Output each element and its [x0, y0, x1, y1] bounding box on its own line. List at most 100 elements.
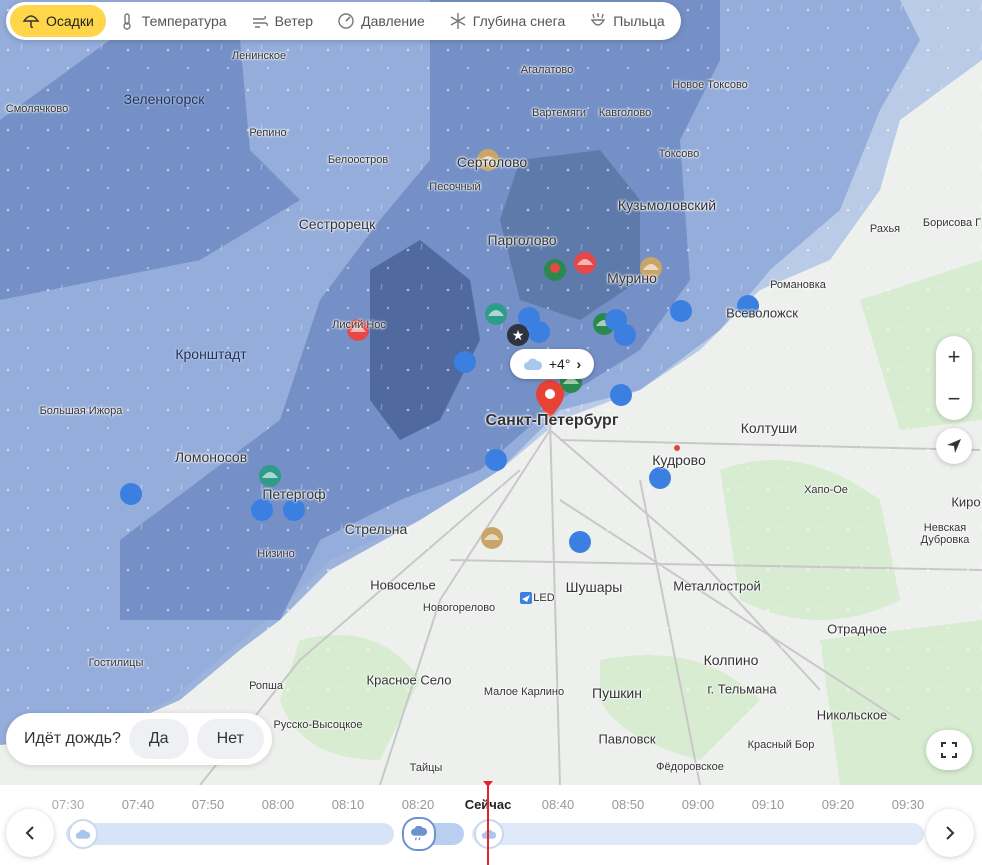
poi-dot — [674, 445, 680, 451]
tab-label: Пыльца — [613, 13, 665, 29]
place-label: Низино — [257, 548, 295, 560]
tab-label: Глубина снега — [472, 13, 566, 29]
place-label: Русско-Высоцкое — [273, 719, 363, 731]
yes-button[interactable]: Да — [128, 719, 189, 759]
airport-icon — [520, 592, 532, 604]
umbrella-marker — [649, 467, 671, 489]
gauge-icon — [338, 13, 354, 29]
place-label: Сестрорецк — [298, 216, 376, 232]
timeline-time[interactable]: 09:10 — [752, 797, 785, 812]
place-label: г. Тельмана — [707, 681, 777, 697]
tab-label: Температура — [141, 13, 227, 29]
place-label: Ленинское — [231, 50, 287, 62]
place-label: Вартемяги — [531, 107, 587, 119]
chevron-right-icon — [946, 826, 955, 840]
zoom-out-button[interactable]: − — [936, 378, 972, 420]
tab-label: Ветер — [274, 13, 314, 29]
tab-precipitation[interactable]: Осадки — [10, 5, 106, 37]
timeline-time[interactable]: 09:20 — [822, 797, 855, 812]
place-label: Фёдоровское — [656, 761, 724, 773]
place-label: Ропша — [249, 680, 283, 692]
place-label: Агалатово — [520, 64, 574, 76]
snowflake-icon — [450, 13, 466, 29]
tab-temperature[interactable]: Температура — [106, 5, 239, 37]
now-line — [487, 783, 489, 865]
timeline-time[interactable]: 08:00 — [262, 797, 295, 812]
timeline-track-past[interactable] — [66, 823, 394, 845]
place-label: Сертолово — [456, 154, 528, 170]
place-label: Шушары — [565, 579, 623, 595]
chevron-left-icon — [25, 826, 34, 840]
umbrella-marker — [574, 252, 596, 274]
fullscreen-button[interactable] — [926, 730, 972, 770]
place-label: Кудрово — [652, 452, 706, 468]
place-label: Зеленогорск — [123, 91, 205, 107]
place-label: Тайцы — [409, 762, 443, 774]
zoom-controls: + − — [936, 336, 972, 420]
place-label: Невская Дубровка — [920, 522, 970, 546]
place-label: Малое Карлино — [483, 686, 565, 698]
place-label: Металлострой — [673, 578, 761, 594]
place-label: Павловск — [598, 731, 656, 747]
timeline-time[interactable]: 07:50 — [192, 797, 225, 812]
timeline-time[interactable]: 07:30 — [52, 797, 85, 812]
timeline-cloud-icon[interactable] — [68, 819, 98, 849]
place-label: Ломоносов — [174, 449, 248, 465]
place-label: Гостилицы — [88, 657, 144, 669]
place-label: Новое Токсово — [672, 79, 748, 91]
no-button[interactable]: Нет — [196, 719, 264, 759]
timeline-time[interactable]: 08:50 — [612, 797, 645, 812]
umbrella-marker — [481, 527, 503, 549]
umbrella-marker — [485, 449, 507, 471]
place-label: Токсово — [658, 148, 700, 160]
timeline-rain-cloud-icon[interactable] — [402, 817, 436, 851]
place-label: Хапо-Ое — [804, 484, 848, 496]
place-label: Парголово — [487, 232, 557, 248]
wind-icon — [252, 15, 268, 28]
umbrella-marker — [569, 531, 591, 553]
timeline: 07:30 07:40 07:50 08:00 08:10 08:20 Сейч… — [0, 785, 982, 865]
svg-text:★: ★ — [512, 327, 525, 343]
timeline-prev-button[interactable] — [6, 809, 54, 857]
place-label: Колтуши — [740, 420, 798, 436]
place-label: Красное Село — [366, 672, 452, 688]
place-label: Отрадное — [827, 621, 887, 637]
umbrella-marker — [485, 303, 507, 325]
layer-tabs: Осадки Температура Ветер Давление Глубин… — [6, 2, 681, 40]
timeline-time[interactable]: 09:30 — [892, 797, 925, 812]
tab-pressure[interactable]: Давление — [325, 5, 437, 37]
umbrella-marker — [259, 465, 281, 487]
umbrella-marker — [614, 324, 636, 346]
locate-button[interactable] — [936, 428, 972, 464]
current-temperature: +4° — [548, 356, 571, 372]
navigation-arrow-icon — [947, 439, 961, 453]
timeline-time[interactable]: 08:10 — [332, 797, 365, 812]
place-label: Колпино — [703, 652, 759, 668]
place-label: Мурино — [607, 270, 657, 286]
rain-question-text: Идёт дождь? — [24, 730, 121, 747]
place-label: Новогорелово — [422, 602, 496, 614]
umbrella-marker — [283, 499, 305, 521]
fullscreen-icon — [941, 742, 957, 758]
timeline-time[interactable]: 08:20 — [402, 797, 435, 812]
umbrella-marker — [544, 259, 566, 281]
tab-pollen[interactable]: Пыльца — [577, 5, 676, 37]
precipitation-map[interactable]: ★ — [0, 0, 982, 785]
timeline-cloud-icon[interactable] — [474, 819, 504, 849]
place-label: Песочный — [429, 181, 481, 193]
current-weather-bubble[interactable]: +4° › — [510, 349, 594, 379]
timeline-next-button[interactable] — [926, 809, 974, 857]
timeline-time[interactable]: 09:00 — [682, 797, 715, 812]
timeline-time[interactable]: 07:40 — [122, 797, 155, 812]
weather-map-app: { "tabs": [ {"label": "Осадки", "icon": … — [0, 0, 982, 865]
timeline-time[interactable]: 08:40 — [542, 797, 575, 812]
umbrella-marker — [610, 384, 632, 406]
tab-wind[interactable]: Ветер — [239, 5, 326, 37]
zoom-in-button[interactable]: + — [936, 336, 972, 378]
place-label: Стрельна — [344, 521, 408, 537]
tab-snow-depth[interactable]: Глубина снега — [437, 5, 577, 37]
umbrella-marker — [528, 321, 550, 343]
place-label: Кронштадт — [175, 346, 247, 362]
pollen-icon — [591, 13, 606, 26]
timeline-track-future[interactable] — [472, 823, 924, 845]
